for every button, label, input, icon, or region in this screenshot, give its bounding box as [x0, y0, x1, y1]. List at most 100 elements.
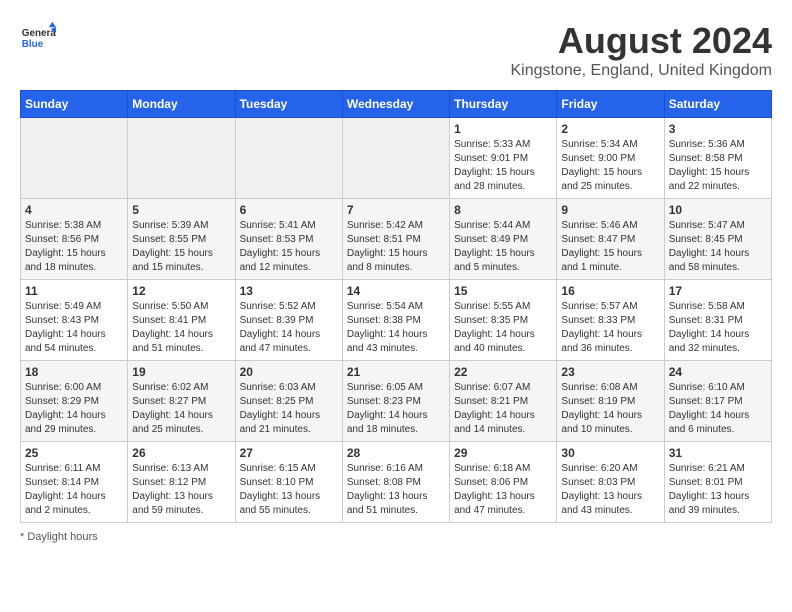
calendar-cell: 3Sunrise: 5:36 AM Sunset: 8:58 PM Daylig…	[664, 118, 771, 199]
title-block: August 2024 Kingstone, England, United K…	[510, 20, 772, 80]
day-info: Sunrise: 6:03 AM Sunset: 8:25 PM Dayligh…	[240, 381, 338, 437]
day-info: Sunrise: 6:07 AM Sunset: 8:21 PM Dayligh…	[454, 381, 552, 437]
column-header-saturday: Saturday	[664, 91, 771, 118]
day-info: Sunrise: 5:58 AM Sunset: 8:31 PM Dayligh…	[669, 300, 767, 356]
day-info: Sunrise: 5:55 AM Sunset: 8:35 PM Dayligh…	[454, 300, 552, 356]
calendar-cell	[342, 118, 449, 199]
day-number: 22	[454, 365, 552, 379]
calendar-cell: 5 Sunrise: 5:39 AM Sunset: 8:55 PM Daylig…	[128, 199, 235, 280]
day-info: Sunrise: 5:44 AM Sunset: 8:49 PM Dayligh…	[454, 219, 552, 275]
calendar-cell: 8 Sunrise: 5:44 AM Sunset: 8:49 PM Daylig…	[450, 199, 557, 280]
day-number: 17	[669, 284, 767, 298]
day-info: Sunrise: 5:54 AM Sunset: 8:38 PM Dayligh…	[347, 300, 445, 356]
calendar-cell: 23Sunrise: 6:08 AM Sunset: 8:19 PM Dayli…	[557, 361, 664, 442]
calendar-week-4: 18 Sunrise: 6:00 AM Sunset: 8:29 PM Dayli…	[21, 361, 772, 442]
calendar-header-row: SundayMondayTuesdayWednesdayThursdayFrid…	[21, 91, 772, 118]
header: General Blue August 2024 Kingstone, Engl…	[20, 20, 772, 80]
day-info: Sunrise: 6:02 AM Sunset: 8:27 PM Dayligh…	[132, 381, 230, 437]
day-number: 27	[240, 446, 338, 460]
logo: General Blue	[20, 20, 56, 56]
day-number: 15	[454, 284, 552, 298]
day-info: Sunrise: 6:21 AM Sunset: 8:01 PM Dayligh…	[669, 462, 767, 518]
column-header-tuesday: Tuesday	[235, 91, 342, 118]
calendar-cell: 24 Sunrise: 6:10 AM Sunset: 8:17 PM Dayli…	[664, 361, 771, 442]
day-number: 19	[132, 365, 230, 379]
day-info: Sunrise: 5:47 AM Sunset: 8:45 PM Dayligh…	[669, 219, 767, 275]
day-number: 20	[240, 365, 338, 379]
main-title: August 2024	[510, 20, 772, 62]
calendar-week-3: 11 Sunrise: 5:49 AM Sunset: 8:43 PM Dayli…	[21, 280, 772, 361]
day-number: 2	[561, 122, 659, 136]
day-info: Sunrise: 5:39 AM Sunset: 8:55 PM Dayligh…	[132, 219, 230, 275]
calendar-cell: 12Sunrise: 5:50 AM Sunset: 8:41 PM Dayli…	[128, 280, 235, 361]
calendar-cell: 2 Sunrise: 5:34 AM Sunset: 9:00 PM Daylig…	[557, 118, 664, 199]
day-number: 3	[669, 122, 767, 136]
day-number: 24	[669, 365, 767, 379]
calendar-cell: 19 Sunrise: 6:02 AM Sunset: 8:27 PM Dayli…	[128, 361, 235, 442]
day-info: Sunrise: 6:16 AM Sunset: 8:08 PM Dayligh…	[347, 462, 445, 518]
calendar-cell: 14Sunrise: 5:54 AM Sunset: 8:38 PM Dayli…	[342, 280, 449, 361]
day-number: 29	[454, 446, 552, 460]
subtitle: Kingstone, England, United Kingdom	[510, 62, 772, 80]
day-number: 7	[347, 203, 445, 217]
calendar-cell: 9 Sunrise: 5:46 AM Sunset: 8:47 PM Daylig…	[557, 199, 664, 280]
calendar-cell: 18 Sunrise: 6:00 AM Sunset: 8:29 PM Dayli…	[21, 361, 128, 442]
day-number: 10	[669, 203, 767, 217]
day-info: Sunrise: 5:52 AM Sunset: 8:39 PM Dayligh…	[240, 300, 338, 356]
calendar-cell: 6Sunrise: 5:41 AM Sunset: 8:53 PM Daylig…	[235, 199, 342, 280]
day-info: Sunrise: 5:46 AM Sunset: 8:47 PM Dayligh…	[561, 219, 659, 275]
day-number: 25	[25, 446, 123, 460]
calendar-cell: 28 Sunrise: 6:16 AM Sunset: 8:08 PM Dayli…	[342, 442, 449, 523]
day-number: 28	[347, 446, 445, 460]
calendar-cell: 11 Sunrise: 5:49 AM Sunset: 8:43 PM Dayli…	[21, 280, 128, 361]
calendar-cell: 15 Sunrise: 5:55 AM Sunset: 8:35 PM Dayli…	[450, 280, 557, 361]
day-info: Sunrise: 6:13 AM Sunset: 8:12 PM Dayligh…	[132, 462, 230, 518]
day-number: 4	[25, 203, 123, 217]
calendar-cell: 16 Sunrise: 5:57 AM Sunset: 8:33 PM Dayli…	[557, 280, 664, 361]
day-info: Sunrise: 6:20 AM Sunset: 8:03 PM Dayligh…	[561, 462, 659, 518]
day-number: 5	[132, 203, 230, 217]
calendar-cell: 22 Sunrise: 6:07 AM Sunset: 8:21 PM Dayli…	[450, 361, 557, 442]
day-number: 18	[25, 365, 123, 379]
day-info: Sunrise: 5:49 AM Sunset: 8:43 PM Dayligh…	[25, 300, 123, 356]
calendar-cell: 10 Sunrise: 5:47 AM Sunset: 8:45 PM Dayli…	[664, 199, 771, 280]
day-info: Sunrise: 5:34 AM Sunset: 9:00 PM Dayligh…	[561, 138, 659, 194]
day-info: Sunrise: 6:00 AM Sunset: 8:29 PM Dayligh…	[25, 381, 123, 437]
calendar-cell: 25 Sunrise: 6:11 AM Sunset: 8:14 PM Dayli…	[21, 442, 128, 523]
day-number: 9	[561, 203, 659, 217]
day-number: 26	[132, 446, 230, 460]
calendar-week-2: 4Sunrise: 5:38 AM Sunset: 8:56 PM Daylig…	[21, 199, 772, 280]
svg-text:Blue: Blue	[22, 39, 44, 50]
calendar-table: SundayMondayTuesdayWednesdayThursdayFrid…	[20, 90, 772, 523]
calendar-cell: 31 Sunrise: 6:21 AM Sunset: 8:01 PM Dayli…	[664, 442, 771, 523]
footer-note: * Daylight hours	[20, 531, 772, 543]
logo-icon: General Blue	[20, 20, 56, 56]
calendar-cell: 21Sunrise: 6:05 AM Sunset: 8:23 PM Dayli…	[342, 361, 449, 442]
day-info: Sunrise: 6:18 AM Sunset: 8:06 PM Dayligh…	[454, 462, 552, 518]
calendar-cell	[235, 118, 342, 199]
calendar-cell: 1Sunrise: 5:33 AM Sunset: 9:01 PM Daylig…	[450, 118, 557, 199]
column-header-monday: Monday	[128, 91, 235, 118]
day-number: 21	[347, 365, 445, 379]
calendar-cell: 20 Sunrise: 6:03 AM Sunset: 8:25 PM Dayli…	[235, 361, 342, 442]
day-number: 23	[561, 365, 659, 379]
day-number: 16	[561, 284, 659, 298]
day-info: Sunrise: 6:15 AM Sunset: 8:10 PM Dayligh…	[240, 462, 338, 518]
day-number: 11	[25, 284, 123, 298]
calendar-cell: 30Sunrise: 6:20 AM Sunset: 8:03 PM Dayli…	[557, 442, 664, 523]
column-header-friday: Friday	[557, 91, 664, 118]
day-info: Sunrise: 5:57 AM Sunset: 8:33 PM Dayligh…	[561, 300, 659, 356]
column-header-wednesday: Wednesday	[342, 91, 449, 118]
day-number: 12	[132, 284, 230, 298]
day-number: 31	[669, 446, 767, 460]
calendar-cell: 17 Sunrise: 5:58 AM Sunset: 8:31 PM Dayli…	[664, 280, 771, 361]
calendar-cell: 7Sunrise: 5:42 AM Sunset: 8:51 PM Daylig…	[342, 199, 449, 280]
day-info: Sunrise: 6:10 AM Sunset: 8:17 PM Dayligh…	[669, 381, 767, 437]
day-number: 6	[240, 203, 338, 217]
column-header-thursday: Thursday	[450, 91, 557, 118]
column-header-sunday: Sunday	[21, 91, 128, 118]
day-info: Sunrise: 6:11 AM Sunset: 8:14 PM Dayligh…	[25, 462, 123, 518]
day-number: 8	[454, 203, 552, 217]
calendar-week-5: 25 Sunrise: 6:11 AM Sunset: 8:14 PM Dayli…	[21, 442, 772, 523]
calendar-cell: 27 Sunrise: 6:15 AM Sunset: 8:10 PM Dayli…	[235, 442, 342, 523]
